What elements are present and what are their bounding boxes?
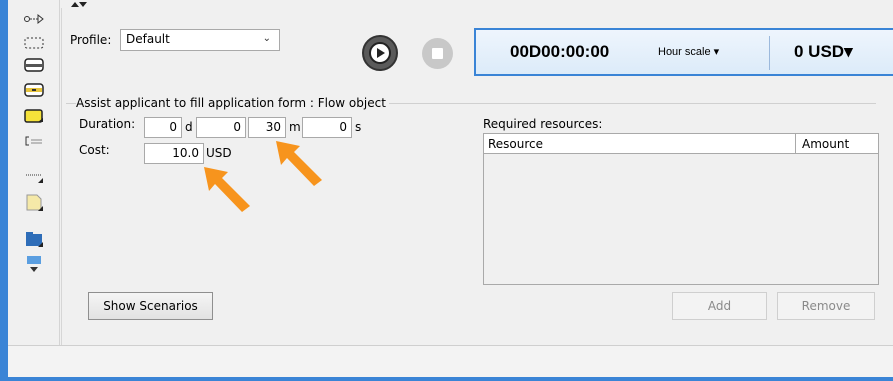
note-tool[interactable] [23,193,45,213]
dotted-line-icon [26,174,43,183]
column-divider [795,134,796,154]
duration-days-unit: d [185,120,193,134]
connector-tool[interactable] [23,9,45,29]
yellow-shape-icon [24,109,43,123]
window-border-bottom [0,377,893,381]
duration-minutes-input[interactable]: 30 [248,117,286,138]
note-icon [26,194,43,211]
cost-unit: USD [206,146,232,160]
profile-select[interactable]: Default ⌄ [120,29,280,51]
duration-seconds-unit: s [355,120,362,134]
play-icon [369,42,391,64]
status-divider [769,36,770,70]
duration-seconds-input[interactable]: 0 [302,117,352,138]
group-title: Assist applicant to fill application for… [76,96,389,110]
cost-input[interactable]: 10.0 [144,143,204,164]
profile-value: Default [126,32,170,46]
text-annotation-tool[interactable] [23,131,45,151]
required-resources-label: Required resources: [483,117,603,131]
pointer-arrow-cost-icon [204,167,250,212]
pointer-arrow-minutes-icon [276,141,322,186]
stop-icon [432,48,443,59]
dashed-rect-icon [24,37,44,49]
remove-resource-button[interactable]: Remove [777,292,875,320]
duration-minutes-unit: m [289,120,301,134]
add-resource-button[interactable]: Add [672,292,767,320]
pool-tool[interactable] [23,229,45,249]
run-simulation-button[interactable] [362,35,398,71]
time-scale-dropdown[interactable]: Hour scale ▾ [658,45,719,58]
group-tool[interactable] [23,33,45,53]
cost-label: Cost: [79,143,110,157]
resources-table[interactable]: Resource Amount [483,133,879,285]
connector-icon [24,13,44,25]
stop-simulation-button[interactable] [422,38,453,69]
chevron-down-icon [27,256,41,272]
task-icon [24,58,44,72]
column-amount[interactable]: Amount [802,137,849,151]
more-tools-button[interactable] [23,255,45,275]
task-tool[interactable] [23,55,45,75]
collapse-arrows-icon[interactable] [70,1,88,8]
elapsed-time: 00D00:00:00 [510,42,610,61]
top-strip [60,0,893,8]
profile-label: Profile: [70,33,112,47]
resources-table-header: Resource Amount [484,134,878,154]
chevron-down-icon: ⌄ [262,33,271,44]
diagram-toolbar [8,0,60,345]
text-annotation-icon [25,136,42,146]
duration-days-input[interactable]: 0 [144,117,182,138]
simulation-status-box: 00D00:00:00 Hour scale ▾ 0 USD▾ [474,28,893,76]
annotation-shape-tool[interactable] [23,106,45,126]
window-border-left [0,0,8,381]
column-resource[interactable]: Resource [488,137,543,151]
total-cost-dropdown[interactable]: 0 USD▾ [794,42,853,62]
folder-icon [26,232,43,247]
duration-label: Duration: [79,117,136,131]
line-tool[interactable] [23,168,45,188]
subprocess-icon [24,83,44,97]
duration-hours-input[interactable]: 0 [196,117,246,138]
status-bar [8,345,893,377]
subprocess-tool[interactable] [23,80,45,100]
show-scenarios-button[interactable]: Show Scenarios [88,292,213,320]
